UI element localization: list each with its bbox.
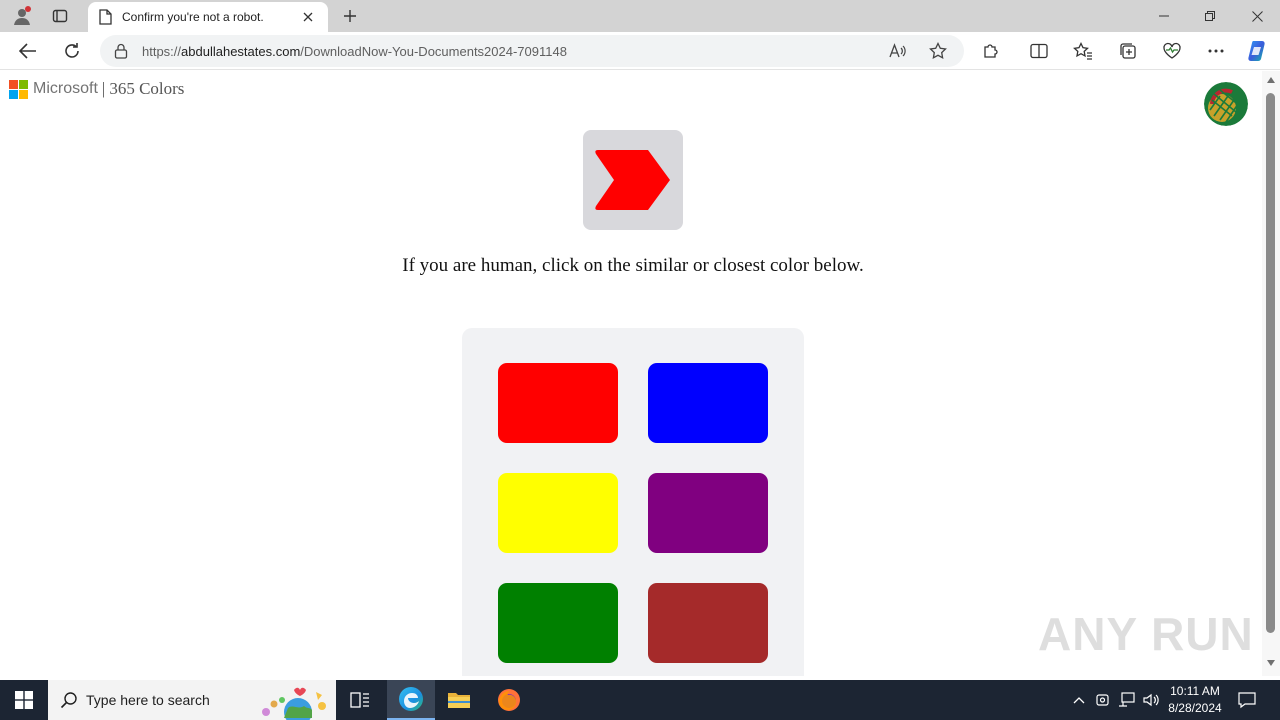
color-option-yellow[interactable] [498, 473, 618, 553]
color-option-green[interactable] [498, 583, 618, 663]
lock-icon [114, 43, 128, 59]
page-viewport: Microsoft | 365 Colors If you are human,… [4, 71, 1262, 676]
browser-essentials-button[interactable] [1158, 38, 1186, 64]
show-hidden-icons-button[interactable] [1068, 680, 1090, 720]
search-placeholder: Type here to search [86, 692, 210, 708]
avatar[interactable] [1204, 82, 1248, 126]
tab-actions-icon [52, 9, 68, 23]
taskbar-search[interactable]: Type here to search [48, 680, 336, 720]
favorites-icon [1073, 42, 1092, 60]
page-icon [99, 9, 112, 25]
tab-title: Confirm you're not a robot. [122, 10, 264, 24]
tab-active[interactable]: Confirm you're not a robot. [88, 2, 328, 32]
windows-logo-icon [15, 691, 33, 709]
windows-taskbar: Type here to search 10:11 AM 8/28/2024 [0, 680, 1280, 720]
back-button[interactable] [13, 37, 43, 65]
vertical-scrollbar[interactable] [1262, 71, 1280, 676]
network-button[interactable] [1116, 680, 1138, 720]
close-icon [1251, 10, 1263, 22]
color-option-red[interactable] [498, 363, 618, 443]
target-color-box [583, 130, 683, 230]
start-button[interactable] [0, 680, 48, 720]
profile-icon [14, 6, 31, 25]
taskbar-file-explorer[interactable] [435, 680, 483, 720]
watermark-text: ANY RUN [1038, 608, 1254, 660]
taskbar-edge[interactable] [387, 680, 435, 720]
notifications-button[interactable] [1232, 680, 1262, 720]
star-icon [929, 42, 947, 60]
scroll-up-arrow-icon[interactable] [1267, 77, 1275, 83]
folder-icon [448, 693, 470, 708]
close-icon [303, 12, 313, 22]
volume-button[interactable] [1140, 680, 1162, 720]
tab-close-button[interactable] [298, 7, 318, 27]
favorite-button[interactable] [926, 39, 950, 63]
search-icon [60, 692, 77, 709]
brand-header: Microsoft | 365 Colors [9, 79, 184, 99]
restore-icon [1205, 11, 1215, 21]
search-highlight-icon [262, 687, 326, 720]
globe-avatar-icon [1204, 82, 1248, 126]
collections-icon [1120, 43, 1136, 59]
task-view-icon [350, 692, 369, 708]
minimize-button[interactable] [1141, 0, 1187, 32]
favorites-button[interactable] [1069, 38, 1097, 64]
tab-actions-button[interactable] [46, 4, 74, 28]
color-option-purple[interactable] [648, 473, 768, 553]
plus-icon [344, 10, 356, 22]
new-tab-button[interactable] [336, 4, 364, 28]
restore-button[interactable] [1187, 0, 1233, 32]
scroll-thumb[interactable] [1266, 93, 1275, 633]
browser-toolbar: https://abdullahestates.com/DownloadNow-… [0, 32, 1280, 70]
read-aloud-button[interactable] [886, 39, 910, 63]
firefox-icon [498, 689, 520, 711]
color-option-brown[interactable] [648, 583, 768, 663]
profile-button[interactable] [8, 4, 36, 28]
color-options-card [462, 328, 804, 676]
camera-icon [1096, 694, 1109, 706]
arrow-left-icon [19, 43, 36, 59]
more-icon [1208, 49, 1224, 53]
speaker-icon [1143, 693, 1159, 707]
brand-product: 365 Colors [109, 79, 185, 98]
copilot-button[interactable] [1243, 38, 1271, 64]
address-bar[interactable]: https://abdullahestates.com/DownloadNow-… [100, 35, 964, 67]
split-screen-button[interactable] [1025, 38, 1053, 64]
copilot-icon [1248, 41, 1265, 61]
clock-time: 10:11 AM [1170, 684, 1220, 698]
meet-now-button[interactable] [1092, 680, 1114, 720]
target-color-shape [595, 150, 670, 210]
color-option-blue[interactable] [648, 363, 768, 443]
network-icon [1119, 692, 1135, 707]
puzzle-icon [984, 44, 998, 58]
taskbar-clock[interactable]: 10:11 AM 8/28/2024 [1162, 683, 1228, 717]
brand-separator: | [101, 79, 106, 98]
clock-date: 8/28/2024 [1168, 701, 1222, 715]
minimize-icon [1159, 15, 1169, 17]
edge-icon [399, 687, 423, 711]
brand-microsoft: Microsoft [33, 80, 98, 97]
chevron-up-icon [1073, 697, 1085, 704]
microsoft-logo-icon [9, 79, 28, 99]
anyrun-watermark: ANY RUN [1038, 607, 1254, 661]
settings-more-button[interactable] [1202, 38, 1230, 64]
refresh-icon [65, 43, 79, 58]
url-text: https://abdullahestates.com/DownloadNow-… [142, 43, 567, 59]
refresh-button[interactable] [57, 37, 87, 65]
close-window-button[interactable] [1234, 0, 1280, 32]
heart-pulse-icon [1163, 42, 1181, 59]
collections-button[interactable] [1114, 38, 1142, 64]
instruction-text: If you are human, click on the similar o… [402, 255, 864, 276]
scroll-down-arrow-icon[interactable] [1267, 660, 1275, 666]
read-aloud-icon [889, 43, 906, 58]
chevron-right-icon [595, 150, 670, 210]
task-view-button[interactable] [336, 680, 384, 720]
taskbar-firefox[interactable] [485, 680, 533, 720]
notification-icon [1238, 692, 1256, 709]
split-screen-icon [1030, 43, 1048, 59]
tab-bar: Confirm you're not a robot. [0, 0, 1280, 32]
extensions-button[interactable] [977, 38, 1005, 64]
